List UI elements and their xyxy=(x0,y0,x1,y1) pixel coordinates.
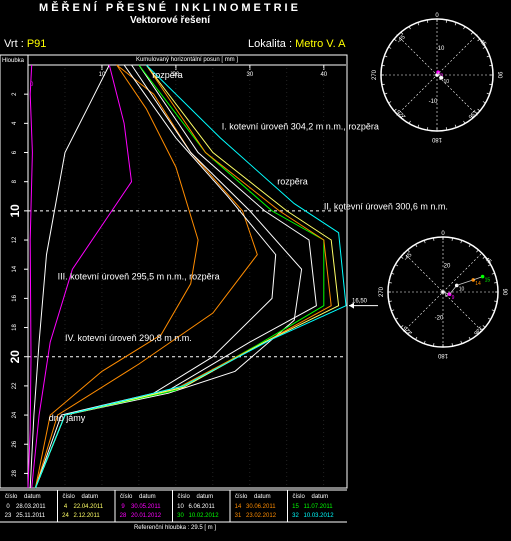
legend-header-num: číslo xyxy=(120,494,133,500)
y-tick-label: 10 xyxy=(8,204,22,218)
polar-tick xyxy=(400,325,404,328)
polar-label-0: 0 xyxy=(435,13,439,19)
polar-point-label: 9 xyxy=(452,295,455,301)
legend-header-date: datum xyxy=(82,494,99,500)
polar-tick xyxy=(477,108,481,112)
polar-label-0: 0 xyxy=(441,231,445,237)
annotation-4: III. kotevní úroveň 295,5 m n.m., rozpěr… xyxy=(58,272,220,282)
legend-entry-num: 32 xyxy=(292,513,299,519)
polar-label-90: 90 xyxy=(501,289,507,296)
legend-entry-num: 9 xyxy=(121,504,125,510)
legend-entry-num: 28 xyxy=(120,513,127,519)
polar-point-label: 15 xyxy=(485,278,491,284)
polar-point-label: 10 xyxy=(443,79,449,85)
polar-label-90: 90 xyxy=(496,72,502,79)
legend-entry-date: 10.02.2012 xyxy=(189,513,220,519)
legend-header-date: datum xyxy=(312,494,329,500)
y-tick-label: 26 xyxy=(12,440,18,447)
polar-tick xyxy=(476,249,479,253)
polar-ring-top: 10 xyxy=(438,46,445,52)
legend-header-num: číslo xyxy=(63,494,76,500)
legend-header-num: číslo xyxy=(178,494,191,500)
legend-entry-num: 10 xyxy=(177,504,184,510)
y-tick-label: 4 xyxy=(12,121,18,125)
y-tick-label: 6 xyxy=(12,150,18,154)
legend-header-num: číslo xyxy=(5,494,18,500)
annotation-6: dno jámy xyxy=(49,413,86,423)
legend-entry-num: 4 xyxy=(64,504,68,510)
legend-entry-date: 23.02.2012 xyxy=(246,513,277,519)
legend-entry-num: 24 xyxy=(62,513,69,519)
y-tick-label: 24 xyxy=(12,411,18,418)
polar-label-135: 135 xyxy=(466,108,478,120)
y-tick-label: 14 xyxy=(12,265,18,272)
polar-point-label: 10 xyxy=(459,286,465,292)
inclinometer-chart: Kumulovaný horizontální posun [ mm ] Hlou… xyxy=(0,13,507,523)
legend-header-num: číslo xyxy=(293,494,306,500)
legend-entry-num: 23 xyxy=(5,513,12,519)
annotation-3: II. kotevní úroveň 300,6 m n.m. xyxy=(324,201,448,211)
legend-entry-num: 0 xyxy=(6,504,10,510)
legend-entry-date: 10.03.2012 xyxy=(304,513,335,519)
y-tick-label: 22 xyxy=(12,382,18,389)
legend-entry-date: 11.07.2011 xyxy=(304,504,334,510)
polar-label-225: 225 xyxy=(395,108,407,120)
x-tick-label: 40 xyxy=(320,72,327,78)
annotation-1: I. kotevní úroveň 304,2 m n.m., rozpěra xyxy=(222,121,379,131)
annotation-5: IV. kotevní úroveň 290,8 m n.m. xyxy=(65,333,192,343)
polar-tick xyxy=(470,31,474,35)
annotation-0: rozpěra xyxy=(152,70,183,80)
legend-header-date: datum xyxy=(24,494,41,500)
y-tick-label: 20 xyxy=(8,350,22,364)
polar-label-135: 135 xyxy=(472,324,484,336)
y-tick-label: 12 xyxy=(12,236,18,243)
polar-tick xyxy=(393,108,397,112)
y-tick-label: 8 xyxy=(12,179,18,183)
legend-entry-date: 25.11.2011 xyxy=(16,513,46,519)
legend-entry-date: 30.06.2011 xyxy=(246,504,276,510)
legend-entry-date: 2.12.2011 xyxy=(74,513,101,519)
polar-label-180: 180 xyxy=(437,352,448,358)
legend-entry-num: 31 xyxy=(235,513,242,519)
polar-vector xyxy=(456,279,474,286)
legend-header-date: datum xyxy=(139,494,156,500)
legend-entry-date: 6.06.2011 xyxy=(189,504,216,510)
polar-point-label: 14 xyxy=(475,281,481,287)
polar-label-225: 225 xyxy=(402,324,414,336)
polar-ring-top: 20 xyxy=(444,263,451,269)
y-axis-title: Hloubka xyxy=(2,58,25,64)
polar-ring-bottom: -20 xyxy=(435,316,444,322)
y-tick-label: 2 xyxy=(12,92,18,96)
y-tick-label: 18 xyxy=(12,324,18,331)
polar-label-270: 270 xyxy=(379,286,385,297)
reference-depth: Referenční hloubka : 29.5 [ m ] xyxy=(133,525,217,531)
x-tick-label: 30 xyxy=(247,72,254,78)
legend-entry-num: 14 xyxy=(235,504,242,510)
legend-entry-date: 22.04.2011 xyxy=(74,504,104,510)
y-tick-label: 16 xyxy=(12,294,18,301)
legend-header-num: číslo xyxy=(235,494,248,500)
legend-header-date: datum xyxy=(197,494,214,500)
x-axis-title: Kumulovaný horizontální posun [ mm ] xyxy=(136,57,238,63)
annotation-2: rozpěra xyxy=(277,177,308,187)
legend-entry-date: 28.03.2011 xyxy=(16,504,46,510)
polar-ring-bottom: -10 xyxy=(429,99,438,105)
legend-entry-num: 15 xyxy=(292,504,299,510)
polar-label-180: 180 xyxy=(431,136,442,142)
legend-entry-num: 30 xyxy=(177,513,184,519)
depth-marker-label: 16,50 xyxy=(352,299,368,305)
legend-entry-date: 20.01.2012 xyxy=(131,513,162,519)
legend-header-date: datum xyxy=(254,494,271,500)
legend-entry-date: 30.05.2011 xyxy=(131,504,161,510)
polar-label-270: 270 xyxy=(372,69,378,80)
series-line-0 xyxy=(27,64,33,489)
y-tick-label: 28 xyxy=(12,469,18,476)
